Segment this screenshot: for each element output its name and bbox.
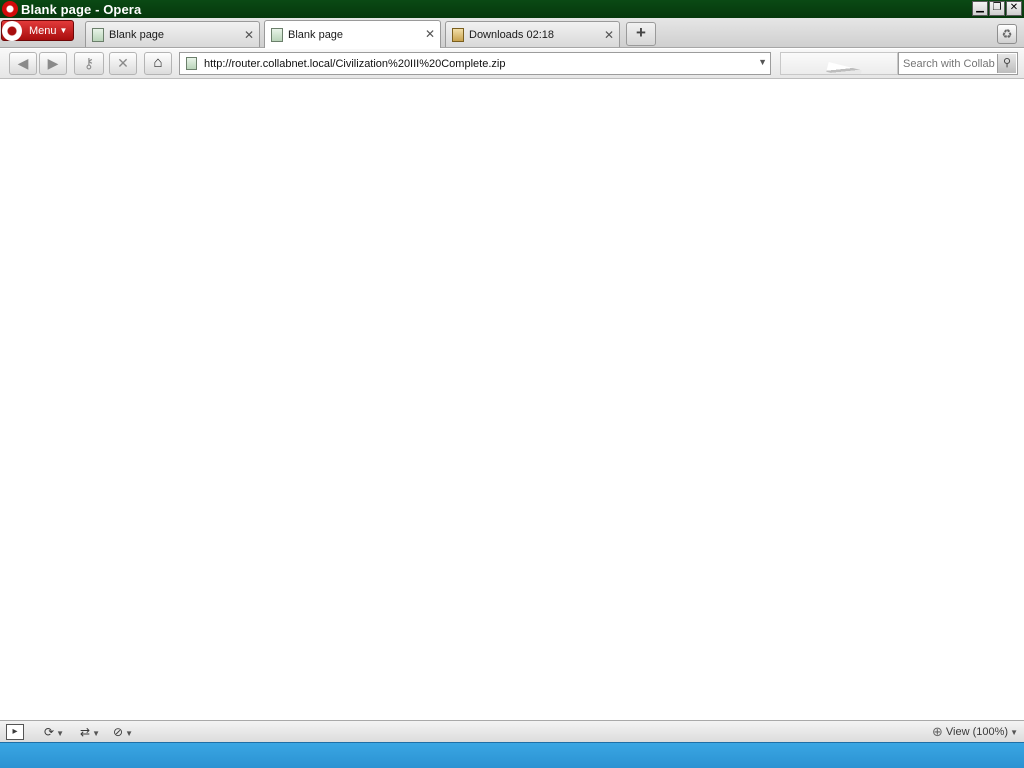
chevron-down-icon: ▼ bbox=[125, 729, 133, 738]
chevron-down-icon: ▼ bbox=[1010, 727, 1018, 737]
chevron-down-icon: ▼ bbox=[92, 729, 100, 738]
address-field[interactable]: http://router.collabnet.local/Civilizati… bbox=[179, 52, 771, 75]
chevron-down-icon: ▼ bbox=[59, 26, 68, 35]
home-button[interactable]: ⌂ bbox=[144, 52, 172, 75]
new-tab-button[interactable]: + bbox=[626, 22, 656, 46]
navigation-toolbar: ◀ ▶ ⚷ ✕ ⌂ http://router.collabnet.local/… bbox=[0, 49, 1024, 79]
window-titlebar: Blank page - Opera ▁ ❐ ✕ bbox=[0, 0, 1024, 18]
search-icon[interactable]: ⚲ bbox=[997, 54, 1016, 73]
opera-menu-button[interactable]: Menu ▼ bbox=[1, 20, 74, 41]
back-button[interactable]: ◀ bbox=[9, 52, 37, 75]
page-icon bbox=[92, 27, 104, 42]
opera-logo-icon bbox=[2, 1, 18, 17]
toolbar-spacer bbox=[780, 52, 898, 75]
panel-toggle-icon[interactable]: ▸ bbox=[6, 724, 24, 740]
tab-close-icon[interactable]: ✕ bbox=[604, 28, 614, 42]
closed-tabs-trash-icon[interactable]: ♻ bbox=[997, 24, 1017, 44]
zoom-icon: ⊕ bbox=[932, 724, 943, 739]
turbo-icon: ⊘ bbox=[113, 725, 124, 739]
tab-downloads[interactable]: Downloads 02:18 ✕ bbox=[445, 21, 620, 47]
tab-close-icon[interactable]: ✕ bbox=[244, 28, 254, 42]
page-icon bbox=[186, 57, 197, 70]
stop-button[interactable]: ✕ bbox=[109, 52, 137, 75]
reload-icon: ⟳ bbox=[44, 725, 55, 739]
opera-logo-icon bbox=[2, 20, 22, 41]
menu-label: Menu bbox=[29, 24, 57, 37]
network-icon: ⇄ bbox=[80, 725, 91, 739]
opera-sync-button[interactable]: ⟳ ▼ bbox=[44, 724, 64, 740]
tab-label: Downloads 02:18 bbox=[469, 28, 555, 41]
turbo-button[interactable]: ⊘ ▼ bbox=[113, 724, 133, 740]
opera-unite-button[interactable]: ⇄ ▼ bbox=[80, 724, 100, 740]
minimize-button[interactable]: ▁ bbox=[972, 1, 988, 16]
tab-label: Blank page bbox=[288, 28, 344, 41]
address-dropdown-icon[interactable]: ▼ bbox=[758, 57, 767, 67]
os-taskbar bbox=[0, 742, 1024, 768]
tab-blank-page-2[interactable]: Blank page ✕ bbox=[264, 20, 441, 48]
search-box[interactable]: ⚲ bbox=[898, 52, 1018, 75]
window-title: Blank page - Opera bbox=[21, 1, 142, 17]
zoom-control[interactable]: ⊕ View (100%) ▼ bbox=[932, 724, 1018, 740]
close-window-button[interactable]: ✕ bbox=[1006, 1, 1022, 16]
tab-bar: Menu ▼ Blank page ✕ Blank page ✕ Downloa… bbox=[0, 18, 1024, 48]
address-url[interactable]: http://router.collabnet.local/Civilizati… bbox=[204, 58, 505, 70]
zoom-label: View (100%) bbox=[945, 726, 1009, 738]
restore-button[interactable]: ❐ bbox=[989, 1, 1005, 16]
search-input[interactable] bbox=[903, 57, 995, 70]
window-controls: ▁ ❐ ✕ bbox=[972, 1, 1022, 16]
page-content-area[interactable] bbox=[0, 80, 1024, 720]
chevron-down-icon: ▼ bbox=[56, 729, 64, 738]
page-icon bbox=[271, 27, 283, 42]
tab-label: Blank page bbox=[109, 28, 165, 41]
forward-button[interactable]: ▶ bbox=[39, 52, 67, 75]
wand-key-button[interactable]: ⚷ bbox=[74, 52, 104, 75]
tab-close-icon[interactable]: ✕ bbox=[425, 27, 435, 41]
tooltip-fragment bbox=[826, 62, 862, 74]
download-icon bbox=[452, 27, 464, 42]
tab-blank-page-1[interactable]: Blank page ✕ bbox=[85, 21, 260, 47]
status-bar: ▸ ⟳ ▼ ⇄ ▼ ⊘ ▼ ⊕ View (100%) ▼ bbox=[0, 720, 1024, 742]
